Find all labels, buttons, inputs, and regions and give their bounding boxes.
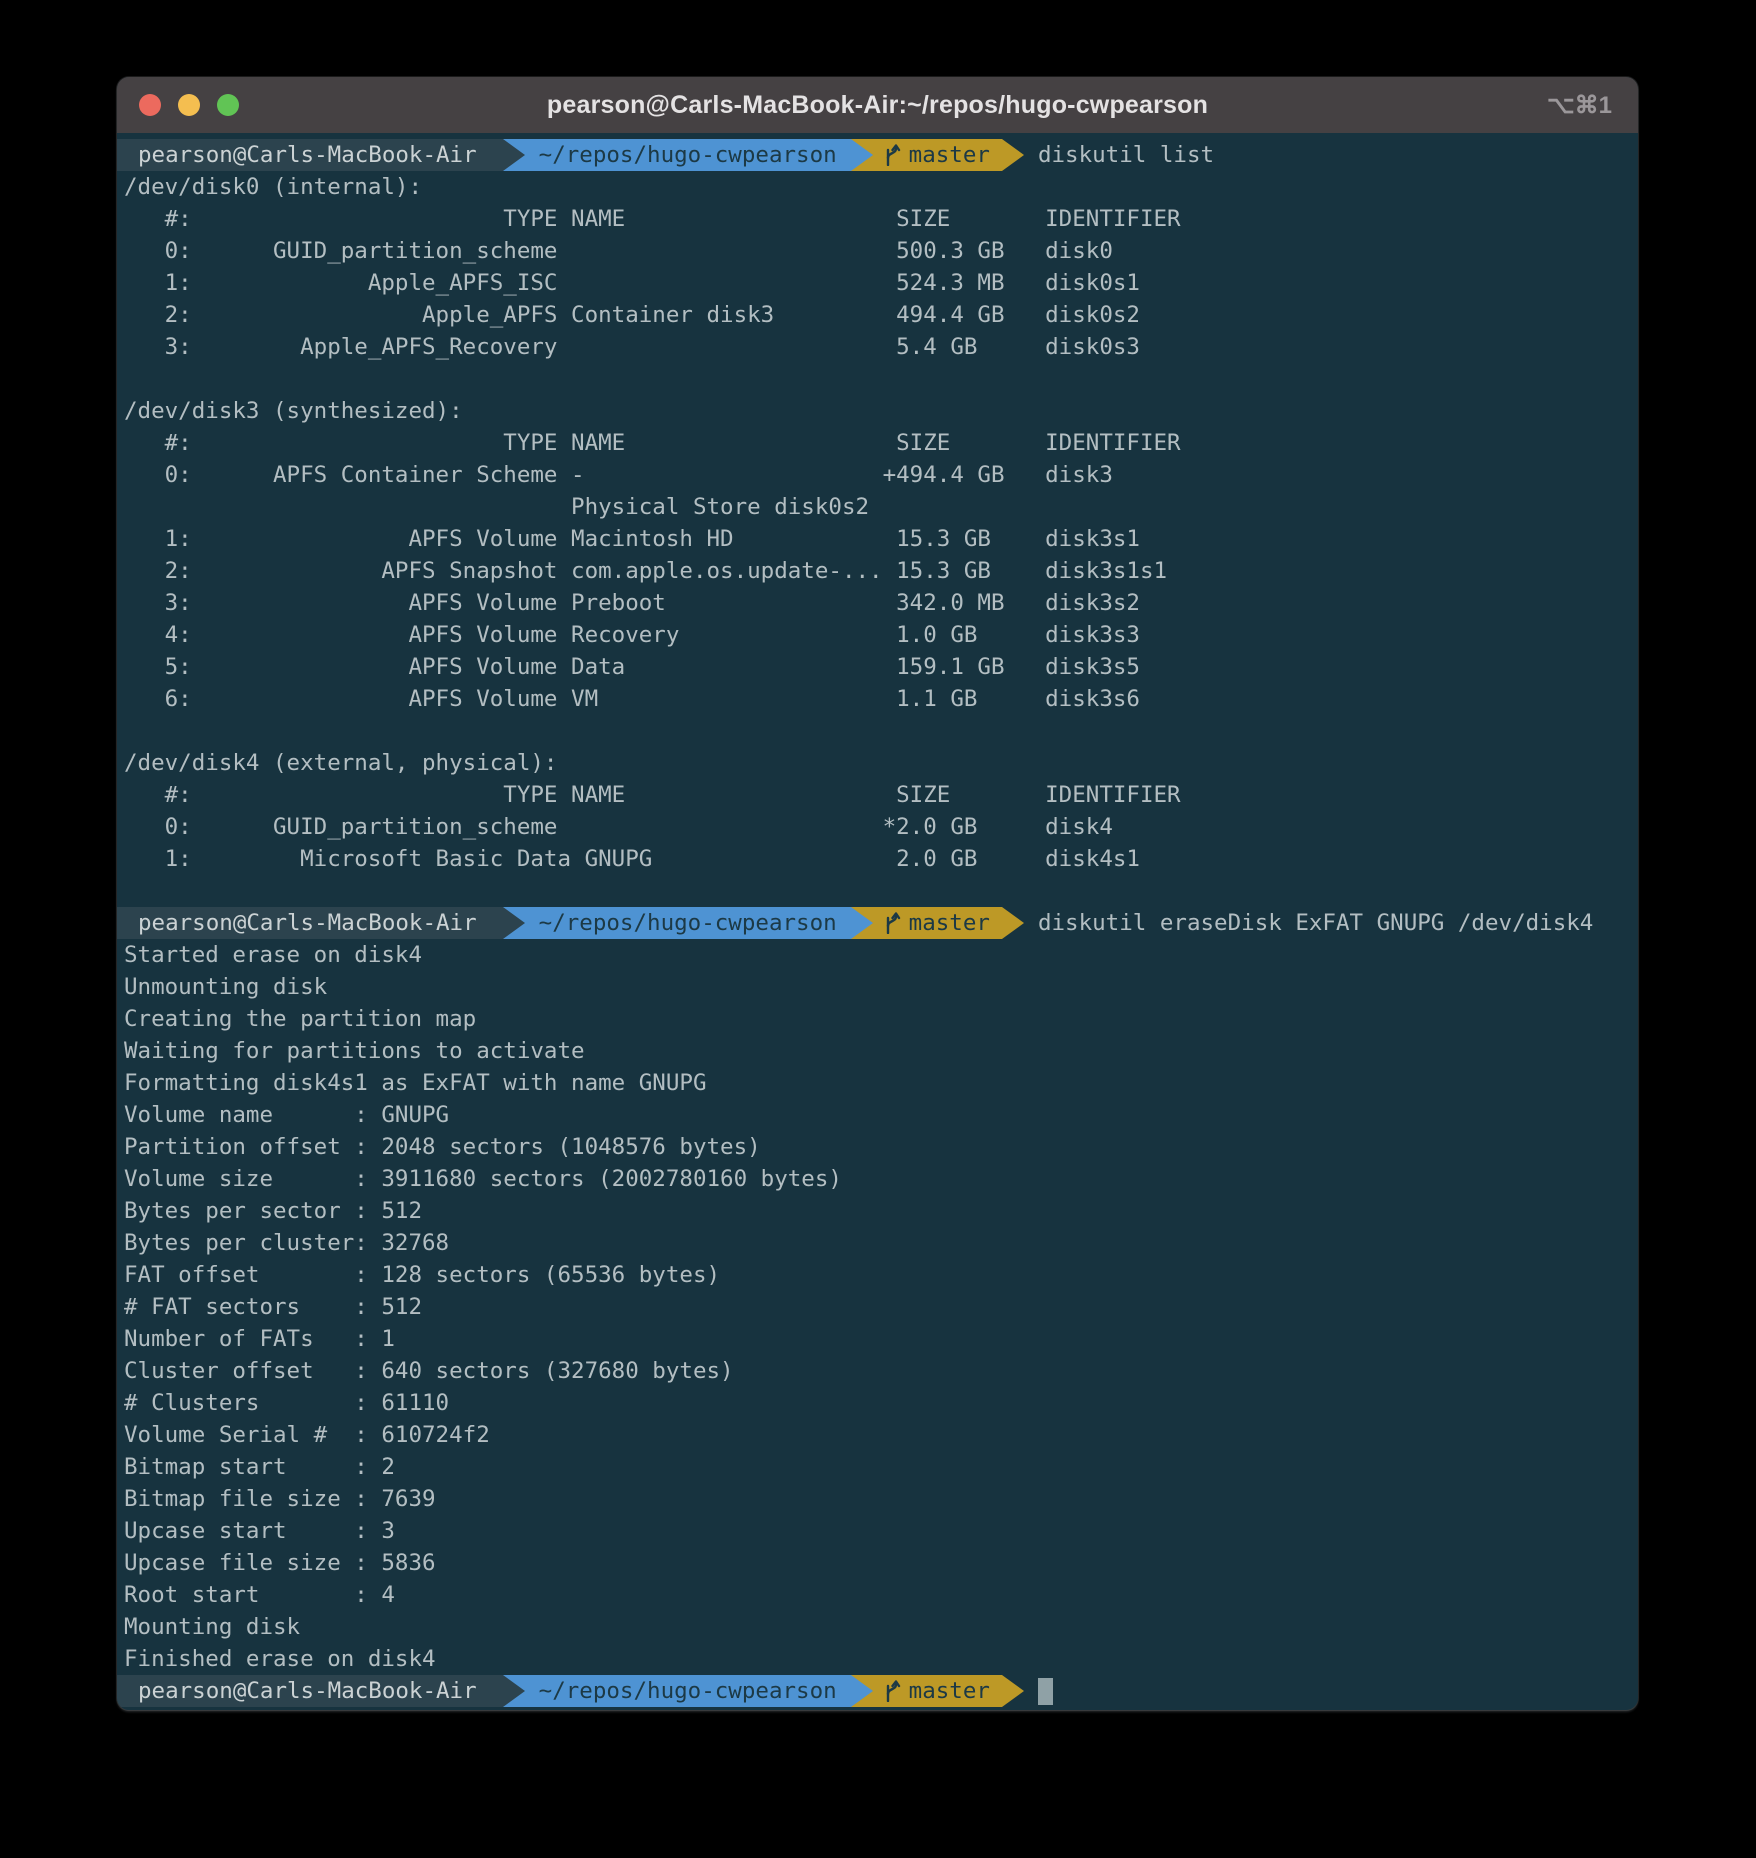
terminal-line: Volume size : 3911680 sectors (200278016… [124, 1163, 1638, 1195]
terminal-line: Root start : 4 [124, 1579, 1638, 1611]
prompt-path-segment: ~/repos/hugo-cwpearson [525, 1675, 851, 1707]
terminal-line: Volume Serial # : 610724f2 [124, 1419, 1638, 1451]
prompt-path-segment: ~/repos/hugo-cwpearson [525, 139, 851, 171]
terminal-line: Formatting disk4s1 as ExFAT with name GN… [124, 1067, 1638, 1099]
terminal-line: Waiting for partitions to activate [124, 1035, 1638, 1067]
powerline-arrow-icon [1002, 1675, 1024, 1707]
terminal-line: Mounting disk [124, 1611, 1638, 1643]
terminal-line: FAT offset : 128 sectors (65536 bytes) [124, 1259, 1638, 1291]
terminal-line: Cluster offset : 640 sectors (327680 byt… [124, 1355, 1638, 1387]
terminal-line: Volume name : GNUPG [124, 1099, 1638, 1131]
terminal-line: 1: Microsoft Basic Data GNUPG 2.0 GB dis… [124, 843, 1638, 875]
terminal-line: Upcase start : 3 [124, 1515, 1638, 1547]
command-text: diskutil eraseDisk ExFAT GNUPG /dev/disk… [1038, 907, 1593, 939]
terminal-line: Bitmap start : 2 [124, 1451, 1638, 1483]
terminal-line: Bytes per sector : 512 [124, 1195, 1638, 1227]
minimize-button[interactable] [178, 94, 200, 116]
git-branch-icon [883, 912, 901, 934]
powerline-arrow-icon [503, 139, 525, 171]
powerline-arrow-icon [1002, 139, 1024, 171]
prompt-branch-segment: master [873, 1675, 1002, 1707]
terminal-line: /dev/disk3 (synthesized): [124, 395, 1638, 427]
prompt-line-2: pearson@Carls-MacBook-Air ~/repos/hugo-c… [117, 907, 1638, 939]
branch-name: master [909, 907, 990, 939]
terminal-line: 3: APFS Volume Preboot 342.0 MB disk3s2 [124, 587, 1638, 619]
terminal-line: /dev/disk4 (external, physical): [124, 747, 1638, 779]
traffic-lights [139, 77, 239, 133]
terminal-line: 2: APFS Snapshot com.apple.os.update-...… [124, 555, 1638, 587]
terminal-line: Finished erase on disk4 [124, 1643, 1638, 1675]
terminal-line: 4: APFS Volume Recovery 1.0 GB disk3s3 [124, 619, 1638, 651]
terminal-line: /dev/disk0 (internal): [124, 171, 1638, 203]
titlebar[interactable]: pearson@Carls-MacBook-Air:~/repos/hugo-c… [117, 77, 1638, 133]
terminal-line: 1: APFS Volume Macintosh HD 15.3 GB disk… [124, 523, 1638, 555]
terminal-line: Unmounting disk [124, 971, 1638, 1003]
terminal-line: # FAT sectors : 512 [124, 1291, 1638, 1323]
branch-name: master [909, 1675, 990, 1707]
terminal-line: 6: APFS Volume VM 1.1 GB disk3s6 [124, 683, 1638, 715]
terminal-line [124, 875, 1638, 907]
prompt-line-1: pearson@Carls-MacBook-Air ~/repos/hugo-c… [117, 139, 1638, 171]
terminal-body[interactable]: pearson@Carls-MacBook-Air ~/repos/hugo-c… [117, 133, 1638, 1707]
terminal-line: 5: APFS Volume Data 159.1 GB disk3s5 [124, 651, 1638, 683]
prompt-line-3: pearson@Carls-MacBook-Air ~/repos/hugo-c… [117, 1675, 1638, 1707]
terminal-line: 3: Apple_APFS_Recovery 5.4 GB disk0s3 [124, 331, 1638, 363]
terminal-line: Creating the partition map [124, 1003, 1638, 1035]
prompt-host-segment: pearson@Carls-MacBook-Air [117, 907, 503, 939]
zoom-button[interactable] [217, 94, 239, 116]
powerline-arrow-icon [503, 907, 525, 939]
window-title: pearson@Carls-MacBook-Air:~/repos/hugo-c… [117, 91, 1638, 120]
terminal-line: Physical Store disk0s2 [124, 491, 1638, 523]
terminal-line: #: TYPE NAME SIZE IDENTIFIER [124, 779, 1638, 811]
powerline-arrow-icon [503, 1675, 525, 1707]
git-branch-icon [883, 144, 901, 166]
prompt-host-segment: pearson@Carls-MacBook-Air [117, 1675, 503, 1707]
terminal-cursor[interactable] [1038, 1678, 1053, 1705]
terminal-window: pearson@Carls-MacBook-Air:~/repos/hugo-c… [117, 77, 1638, 1710]
prompt-branch-segment: master [873, 907, 1002, 939]
branch-name: master [909, 139, 990, 171]
terminal-line: Bytes per cluster: 32768 [124, 1227, 1638, 1259]
terminal-line: 0: GUID_partition_scheme 500.3 GB disk0 [124, 235, 1638, 267]
terminal-line: #: TYPE NAME SIZE IDENTIFIER [124, 427, 1638, 459]
powerline-arrow-icon [851, 1675, 873, 1707]
terminal-line: Started erase on disk4 [124, 939, 1638, 971]
terminal-line: Number of FATs : 1 [124, 1323, 1638, 1355]
command-text: diskutil list [1038, 139, 1214, 171]
terminal-line: #: TYPE NAME SIZE IDENTIFIER [124, 203, 1638, 235]
terminal-line: 1: Apple_APFS_ISC 524.3 MB disk0s1 [124, 267, 1638, 299]
terminal-line [124, 363, 1638, 395]
terminal-line: 0: GUID_partition_scheme *2.0 GB disk4 [124, 811, 1638, 843]
powerline-arrow-icon [851, 139, 873, 171]
terminal-line: # Clusters : 61110 [124, 1387, 1638, 1419]
terminal-line: 0: APFS Container Scheme - +494.4 GB dis… [124, 459, 1638, 491]
prompt-branch-segment: master [873, 139, 1002, 171]
terminal-line: Upcase file size : 5836 [124, 1547, 1638, 1579]
prompt-path-segment: ~/repos/hugo-cwpearson [525, 907, 851, 939]
terminal-line: 2: Apple_APFS Container disk3 494.4 GB d… [124, 299, 1638, 331]
terminal-line: Partition offset : 2048 sectors (1048576… [124, 1131, 1638, 1163]
terminal-line: Bitmap file size : 7639 [124, 1483, 1638, 1515]
powerline-arrow-icon [851, 907, 873, 939]
prompt-host-segment: pearson@Carls-MacBook-Air [117, 139, 503, 171]
close-button[interactable] [139, 94, 161, 116]
terminal-line [124, 715, 1638, 747]
powerline-arrow-icon [1002, 907, 1024, 939]
git-branch-icon [883, 1680, 901, 1702]
window-shortcut-badge: ⌥⌘1 [1547, 77, 1612, 133]
